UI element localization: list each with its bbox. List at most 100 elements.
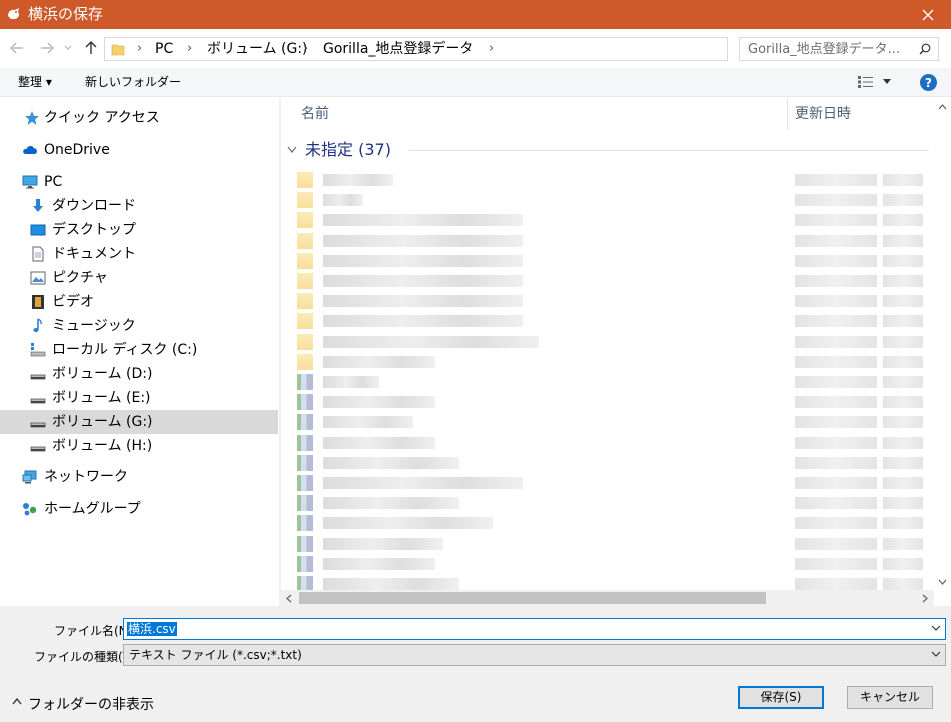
- file-row[interactable]: [297, 392, 923, 412]
- horizontal-scrollbar[interactable]: [281, 590, 934, 606]
- breadcrumb-current-folder[interactable]: Gorilla_地点登録データ: [323, 41, 473, 57]
- folder-icon: [297, 252, 313, 269]
- file-row[interactable]: [297, 231, 923, 251]
- scroll-down-button[interactable]: [934, 573, 951, 590]
- nav-documents[interactable]: ドキュメント: [0, 242, 278, 266]
- address-bar[interactable]: › PC › ボリューム (G:) › Gorilla_地点登録データ ›: [104, 37, 824, 61]
- nav-volume-d[interactable]: ボリューム (D:): [0, 362, 278, 386]
- file-row[interactable]: [297, 332, 923, 352]
- star-icon: [25, 111, 39, 125]
- column-header-date[interactable]: 更新日時: [795, 98, 851, 130]
- up-arrow-icon: [85, 41, 97, 54]
- file-row[interactable]: [297, 311, 923, 331]
- file-row[interactable]: [297, 513, 923, 533]
- redacted-modified-date: [795, 557, 877, 570]
- file-row[interactable]: [297, 271, 923, 291]
- file-row[interactable]: [297, 473, 923, 493]
- file-row[interactable]: [297, 291, 923, 311]
- search-input[interactable]: [740, 38, 928, 60]
- collapse-group-icon[interactable]: [287, 146, 297, 154]
- scroll-up-button[interactable]: [934, 98, 951, 115]
- breadcrumb-volume-g[interactable]: ボリューム (G:): [207, 41, 308, 57]
- redacted-file-name: [323, 194, 363, 207]
- scroll-right-button[interactable]: [917, 590, 933, 606]
- file-row[interactable]: [297, 412, 923, 432]
- file-row[interactable]: [297, 372, 923, 392]
- horizontal-scroll-thumb[interactable]: [299, 592, 766, 604]
- column-divider[interactable]: [787, 98, 788, 130]
- nav-homegroup[interactable]: ホームグループ: [0, 497, 278, 521]
- nav-music[interactable]: ミュージック: [0, 314, 278, 338]
- chevron-right-icon: [922, 594, 928, 602]
- nav-volume-h[interactable]: ボリューム (H:): [0, 434, 278, 458]
- drive-icon: [30, 446, 46, 452]
- dialog-footer: フォルダーの非表示 保存(S) キャンセル: [0, 668, 951, 722]
- redacted-modified-date: [795, 355, 877, 368]
- cancel-button[interactable]: キャンセル: [847, 686, 933, 709]
- redacted-file-name: [323, 174, 393, 186]
- filename-field[interactable]: 横浜.csv: [123, 618, 946, 640]
- app-icon: [8, 8, 19, 19]
- filename-selected-text[interactable]: 横浜.csv: [127, 622, 177, 636]
- back-arrow-icon: [10, 42, 23, 54]
- forward-button[interactable]: [38, 39, 56, 57]
- csv-file-icon: [297, 515, 313, 532]
- nav-local-disk-c[interactable]: ローカル ディスク (C:): [0, 338, 278, 362]
- file-row[interactable]: [297, 190, 923, 210]
- nav-pictures[interactable]: ピクチャ: [0, 266, 278, 290]
- save-button[interactable]: 保存(S): [738, 686, 824, 709]
- view-dropdown-icon[interactable]: [883, 79, 891, 85]
- redacted-file-name: [323, 295, 523, 308]
- vertical-scrollbar[interactable]: [934, 98, 951, 590]
- nav-network[interactable]: ネットワーク: [0, 465, 278, 489]
- vertical-scroll-thumb[interactable]: [938, 118, 947, 570]
- drive-icon: [30, 374, 46, 380]
- nav-label: ボリューム (E:): [52, 390, 151, 406]
- file-row[interactable]: [297, 534, 923, 554]
- redacted-modified-date: [795, 315, 877, 328]
- drive-icon: [30, 398, 46, 404]
- back-button[interactable]: [8, 39, 26, 57]
- group-header[interactable]: 未指定 (37): [305, 140, 391, 160]
- nav-downloads[interactable]: ダウンロード: [0, 194, 278, 218]
- picture-icon: [30, 271, 46, 285]
- file-row[interactable]: [297, 554, 923, 574]
- view-options-icon[interactable]: [858, 76, 874, 88]
- file-row[interactable]: [297, 493, 923, 513]
- nav-volume-g[interactable]: ボリューム (G:): [0, 410, 278, 434]
- nav-label: ボリューム (H:): [52, 438, 153, 454]
- file-row[interactable]: [297, 251, 923, 271]
- new-folder-button[interactable]: 新しいフォルダー: [85, 74, 181, 90]
- recent-locations-button[interactable]: [62, 39, 74, 57]
- redacted-file-name: [323, 578, 459, 590]
- chevron-down-icon[interactable]: [931, 623, 941, 633]
- file-row[interactable]: [297, 433, 923, 453]
- download-icon: [33, 199, 43, 212]
- nav-pc[interactable]: PC: [0, 170, 278, 194]
- redacted-modified-date: [795, 194, 877, 207]
- nav-quick-access[interactable]: クイック アクセス: [0, 106, 278, 130]
- column-header-name[interactable]: 名前: [301, 98, 329, 130]
- nav-videos[interactable]: ビデオ: [0, 290, 278, 314]
- file-row[interactable]: [297, 352, 923, 372]
- up-button[interactable]: [82, 39, 100, 57]
- file-row[interactable]: [297, 170, 923, 190]
- chevron-up-icon: [12, 698, 22, 705]
- search-box[interactable]: [739, 37, 939, 61]
- folder-icon: [297, 192, 313, 209]
- nav-desktop[interactable]: デスクトップ: [0, 218, 278, 242]
- close-button[interactable]: [905, 0, 951, 29]
- redacted-modified-date: [795, 436, 877, 449]
- nav-volume-e[interactable]: ボリューム (E:): [0, 386, 278, 410]
- redacted-file-name: [323, 537, 443, 550]
- nav-onedrive[interactable]: OneDrive: [0, 138, 278, 162]
- file-row[interactable]: [297, 453, 923, 473]
- organize-menu-button[interactable]: 整理 ▾: [18, 74, 52, 90]
- scroll-left-button[interactable]: [281, 590, 297, 606]
- breadcrumb-separator: ›: [187, 41, 193, 56]
- filetype-select[interactable]: テキスト ファイル (*.csv;*.txt): [123, 644, 946, 666]
- help-icon[interactable]: ?: [920, 74, 937, 91]
- folder-icon: [297, 353, 313, 370]
- breadcrumb-pc[interactable]: PC: [155, 41, 173, 57]
- file-row[interactable]: [297, 210, 923, 230]
